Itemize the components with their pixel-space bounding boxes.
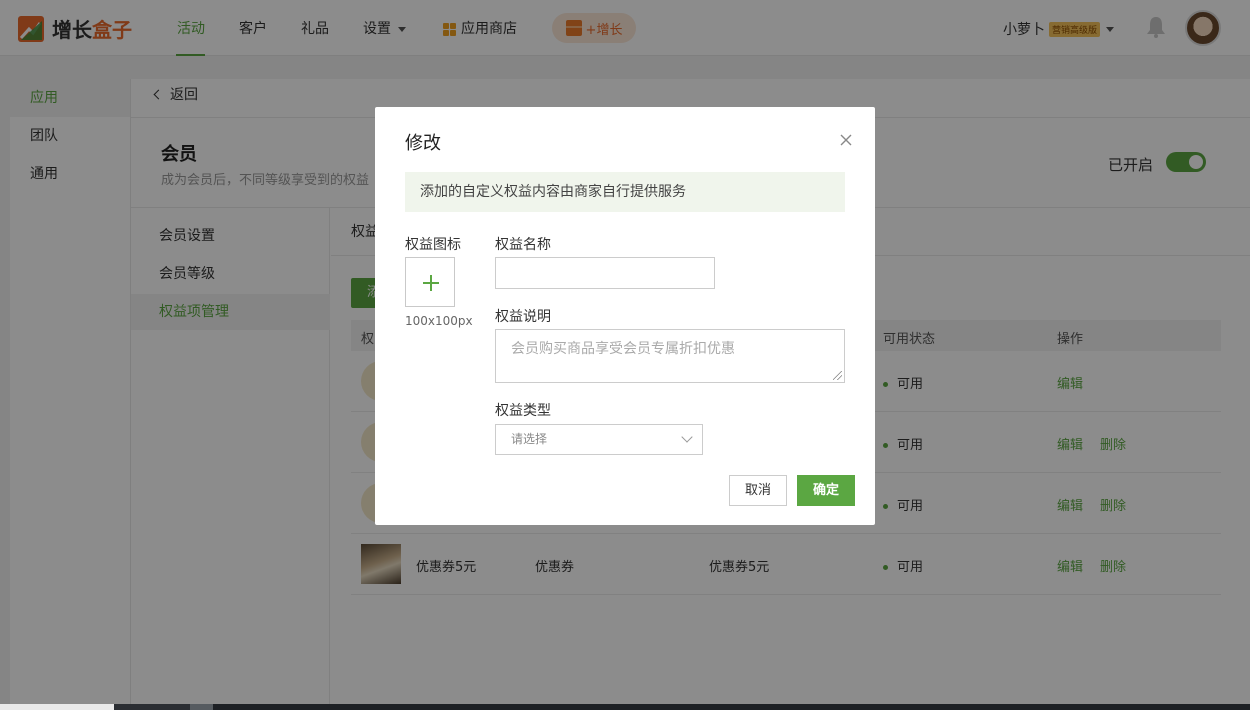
cancel-button[interactable]: 取消	[729, 475, 787, 506]
confirm-button[interactable]: 确定	[797, 475, 855, 506]
benefit-type-select[interactable]: 请选择	[495, 424, 703, 455]
icon-field-label: 权益图标	[405, 237, 461, 253]
name-field-label: 权益名称	[495, 237, 551, 253]
taskbar-strip	[0, 704, 1250, 710]
benefit-description-input[interactable]: 会员购买商品享受会员专属折扣优惠	[495, 329, 845, 383]
icon-size-hint: 100x100px	[405, 314, 473, 328]
description-field-label: 权益说明	[495, 309, 551, 325]
notice-banner: 添加的自定义权益内容由商家自行提供服务	[405, 172, 845, 212]
description-placeholder: 会员购买商品享受会员专属折扣优惠	[511, 341, 735, 357]
icon-upload-button[interactable]	[405, 257, 455, 307]
benefit-name-input[interactable]	[495, 257, 715, 289]
dialog-title: 修改	[405, 133, 441, 154]
resize-handle-icon[interactable]	[833, 371, 842, 380]
edit-benefit-dialog: 修改 添加的自定义权益内容由商家自行提供服务 权益图标 100x100px 权益…	[375, 107, 875, 525]
close-icon[interactable]	[838, 132, 854, 148]
type-field-label: 权益类型	[495, 403, 551, 419]
